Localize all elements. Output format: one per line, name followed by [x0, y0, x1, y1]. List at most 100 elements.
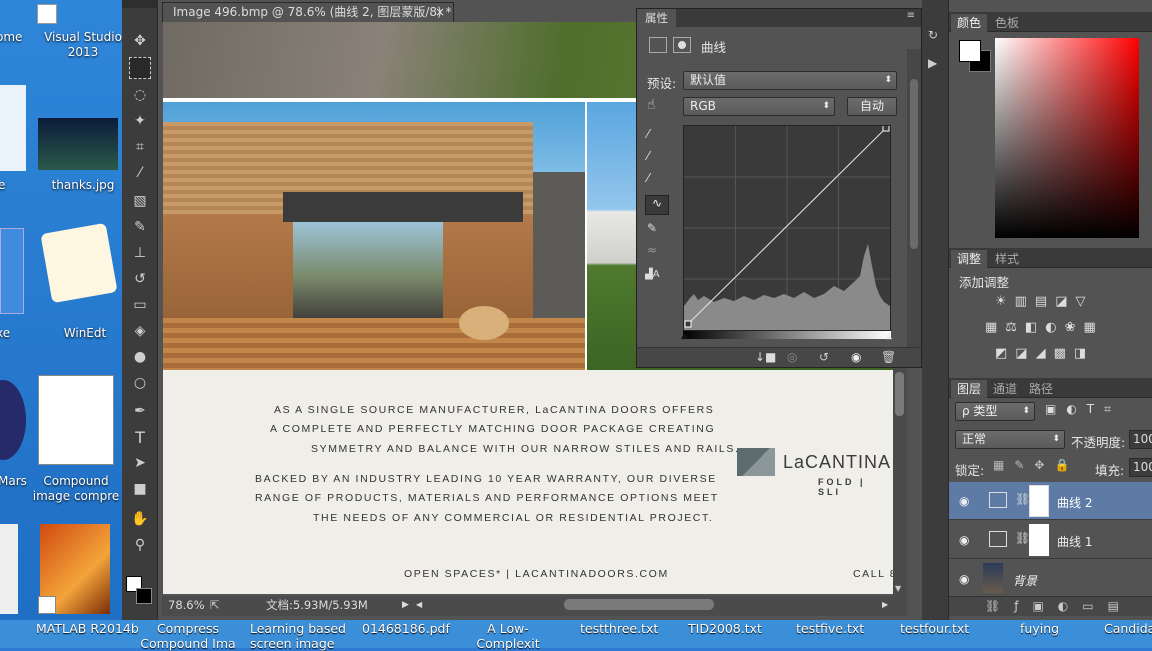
horizontal-scroll-thumb[interactable]: [564, 599, 714, 610]
layer-thumbnail[interactable]: [983, 563, 1003, 593]
desktop-item-exe[interactable]: xe: [0, 326, 20, 341]
tab-adjustments[interactable]: 调整: [951, 250, 988, 268]
type-tool-icon[interactable]: T: [129, 426, 151, 448]
visibility-eye-icon[interactable]: ◉: [851, 350, 861, 364]
layers-footer-icons[interactable]: ⛓ƒ▣◐▭▤: [949, 596, 1152, 616]
mask-icon[interactable]: [673, 37, 691, 53]
scroll-thumb[interactable]: [910, 79, 918, 249]
desktop-item-thanks[interactable]: thanks.jpg: [40, 178, 126, 193]
color-foreground[interactable]: [959, 40, 981, 62]
stamp-tool-icon[interactable]: ⊥: [129, 242, 151, 264]
tab-layers[interactable]: 图层: [951, 380, 988, 398]
visibility-eye-icon[interactable]: ◉: [959, 533, 969, 547]
delete-icon[interactable]: 🗑: [881, 350, 896, 364]
desktop-item-e[interactable]: e: [0, 178, 18, 193]
desktop-item-compound[interactable]: Compound image compre: [30, 474, 122, 504]
clipping-warning-icon[interactable]: ▟A: [645, 269, 669, 287]
pencil-draw-icon[interactable]: ✎: [647, 221, 667, 239]
taskbar-item[interactable]: Candida: [1104, 621, 1152, 636]
blend-mode-select[interactable]: 正常 ⬍: [955, 430, 1065, 449]
taskbar-item[interactable]: 01468186.pdf: [362, 621, 450, 636]
marquee-tool-icon[interactable]: [129, 57, 151, 79]
desktop-item-winedt[interactable]: WinEdt: [50, 326, 120, 341]
desktop-item-mars[interactable]: Mars: [0, 474, 28, 489]
status-menu-icon[interactable]: ▶: [402, 596, 409, 614]
tab-color[interactable]: 颜色: [951, 14, 988, 32]
link-chain-icon[interactable]: ⛓: [1015, 531, 1030, 545]
reset-icon[interactable]: ↺: [819, 350, 829, 364]
layer-row-curves-2[interactable]: ◉ ⛓ 曲线 2: [949, 482, 1152, 520]
healing-brush-tool-icon[interactable]: ▧: [129, 190, 151, 212]
brush-tool-icon[interactable]: ✎: [129, 216, 151, 238]
scroll-down-icon[interactable]: ▼: [895, 584, 901, 593]
export-icon[interactable]: ⇱: [210, 596, 220, 614]
scroll-thumb[interactable]: [895, 372, 904, 416]
curve-point-white[interactable]: [882, 124, 890, 132]
lock-icons[interactable]: ▦✎✥🔒: [993, 458, 1079, 472]
lasso-tool-icon[interactable]: ◌: [129, 84, 151, 106]
path-selection-tool-icon[interactable]: ➤: [129, 452, 151, 474]
opacity-input[interactable]: 100: [1129, 430, 1152, 449]
layer-mask-thumbnail[interactable]: [1029, 485, 1049, 517]
taskbar-item[interactable]: A Low-Complexit: [460, 621, 556, 651]
zoom-tool-icon[interactable]: ⚲: [129, 534, 151, 556]
dodge-tool-icon[interactable]: ○: [129, 372, 151, 394]
smooth-curve-icon[interactable]: ≈: [647, 243, 667, 261]
tab-styles[interactable]: 样式: [989, 250, 1025, 268]
taskbar-item[interactable]: TID2008.txt: [688, 621, 762, 636]
adjustment-icons-row-2[interactable]: ▦⚖◧◐❀▦: [985, 320, 1104, 335]
layer-mask-thumbnail[interactable]: [1029, 524, 1049, 556]
crop-tool-icon[interactable]: ⌗: [129, 136, 151, 158]
tab-swatches[interactable]: 色板: [989, 14, 1025, 32]
clip-to-layer-icon[interactable]: ↓■: [755, 350, 776, 364]
layer-name[interactable]: 曲线 2: [1057, 494, 1092, 511]
actions-play-icon[interactable]: ▶: [928, 56, 937, 70]
view-previous-icon[interactable]: ◎: [787, 350, 797, 364]
tab-channels[interactable]: 通道: [987, 380, 1023, 398]
scroll-left-icon[interactable]: ◀: [416, 596, 422, 614]
white-slider-icon[interactable]: ▲: [885, 331, 892, 341]
hand-tool-icon[interactable]: ✋: [129, 508, 151, 530]
link-chain-icon[interactable]: ⛓: [1015, 492, 1030, 506]
channel-select[interactable]: RGB ⬍: [683, 97, 835, 116]
layer-row-background[interactable]: ◉ 背景: [949, 560, 1152, 598]
curves-graph[interactable]: [683, 124, 891, 331]
taskbar-item[interactable]: Compress Compound Ima: [140, 621, 236, 651]
visibility-eye-icon[interactable]: ◉: [959, 494, 969, 508]
adjustment-icons-row-3[interactable]: ◩◪◢▩◨: [995, 346, 1094, 361]
layer-filter-select[interactable]: ρ 类型 ⬍: [955, 402, 1035, 421]
auto-button[interactable]: 自动: [847, 97, 897, 116]
layer-name[interactable]: 曲线 1: [1057, 533, 1092, 550]
taskbar-item[interactable]: testfive.txt: [796, 621, 864, 636]
white-point-eyedropper-icon[interactable]: ⁄: [647, 171, 667, 189]
preset-select[interactable]: 默认值 ⬍: [683, 71, 897, 90]
paint-bucket-tool-icon[interactable]: ◈: [129, 320, 151, 342]
taskbar-item[interactable]: MATLAB R2014b: [36, 621, 139, 636]
taskbar-item[interactable]: testfour.txt: [900, 621, 969, 636]
adjustment-icons-row-1[interactable]: ☀▥▤◪▽: [995, 294, 1094, 309]
layer-row-curves-1[interactable]: ◉ ⛓ 曲线 1: [949, 521, 1152, 559]
layer-filter-icons[interactable]: ▣◐T⌗: [1045, 402, 1121, 417]
properties-scrollbar[interactable]: [907, 49, 921, 349]
desktop-item-visual-studio[interactable]: Visual Studio 2013: [40, 30, 126, 60]
tab-properties[interactable]: 属性: [637, 9, 676, 27]
rectangle-tool-icon[interactable]: ■: [129, 478, 151, 500]
taskbar-item[interactable]: testthree.txt: [580, 621, 658, 636]
panel-menu-icon[interactable]: ≡: [907, 10, 915, 21]
history-brush-tool-icon[interactable]: ↺: [129, 268, 151, 290]
visibility-eye-icon[interactable]: ◉: [959, 572, 969, 586]
layer-name[interactable]: 背景: [1013, 572, 1037, 589]
tab-paths[interactable]: 路径: [1023, 380, 1059, 398]
eraser-tool-icon[interactable]: ▭: [129, 294, 151, 316]
taskbar-item[interactable]: fuying: [1020, 621, 1059, 636]
color-picker-field[interactable]: [995, 38, 1139, 238]
black-point-eyedropper-icon[interactable]: ⁄: [647, 127, 667, 145]
fill-input[interactable]: 100: [1129, 458, 1152, 477]
taskbar-item[interactable]: Learning based screen image: [250, 621, 350, 651]
document-tab[interactable]: Image 496.bmp @ 78.6% (曲线 2, 图层蒙版/8) * ×: [162, 2, 454, 22]
on-image-adjust-icon[interactable]: ☝: [647, 97, 667, 115]
pen-tool-icon[interactable]: ✒: [129, 400, 151, 422]
black-slider-icon[interactable]: ▲: [681, 331, 688, 341]
curve-point-black[interactable]: [684, 320, 692, 328]
history-icon[interactable]: ↻: [928, 28, 938, 42]
